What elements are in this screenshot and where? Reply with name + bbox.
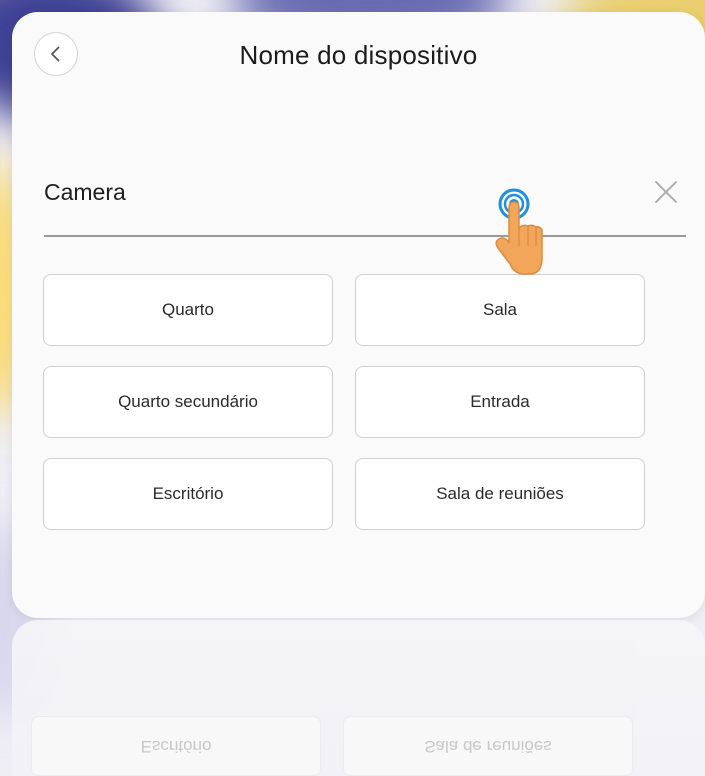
preset-quarto-secundario-button[interactable]: Quarto secundário [43, 366, 333, 438]
reflection-chip-left: Escritório [31, 716, 321, 776]
pointing-hand-icon [495, 188, 543, 275]
preset-entrada-button[interactable]: Entrada [355, 366, 645, 438]
clear-input-button[interactable] [650, 176, 682, 208]
preset-sala-de-reunioes-button[interactable]: Sala de reuniões [355, 458, 645, 530]
device-name-dialog: Nome do dispositivo Quarto Sala Quarto s… [12, 12, 705, 618]
close-icon [655, 181, 677, 203]
reflection-chip-right: Sala de reuniões [343, 716, 633, 776]
page-title: Nome do dispositivo [239, 40, 478, 70]
preset-escritorio-button[interactable]: Escritório [43, 458, 333, 530]
preset-sala-button[interactable]: Sala [355, 274, 645, 346]
preset-quarto-button[interactable]: Quarto [43, 274, 333, 346]
input-underline [44, 235, 686, 237]
card-reflection: Escritório Sala de reuniões [12, 620, 705, 776]
